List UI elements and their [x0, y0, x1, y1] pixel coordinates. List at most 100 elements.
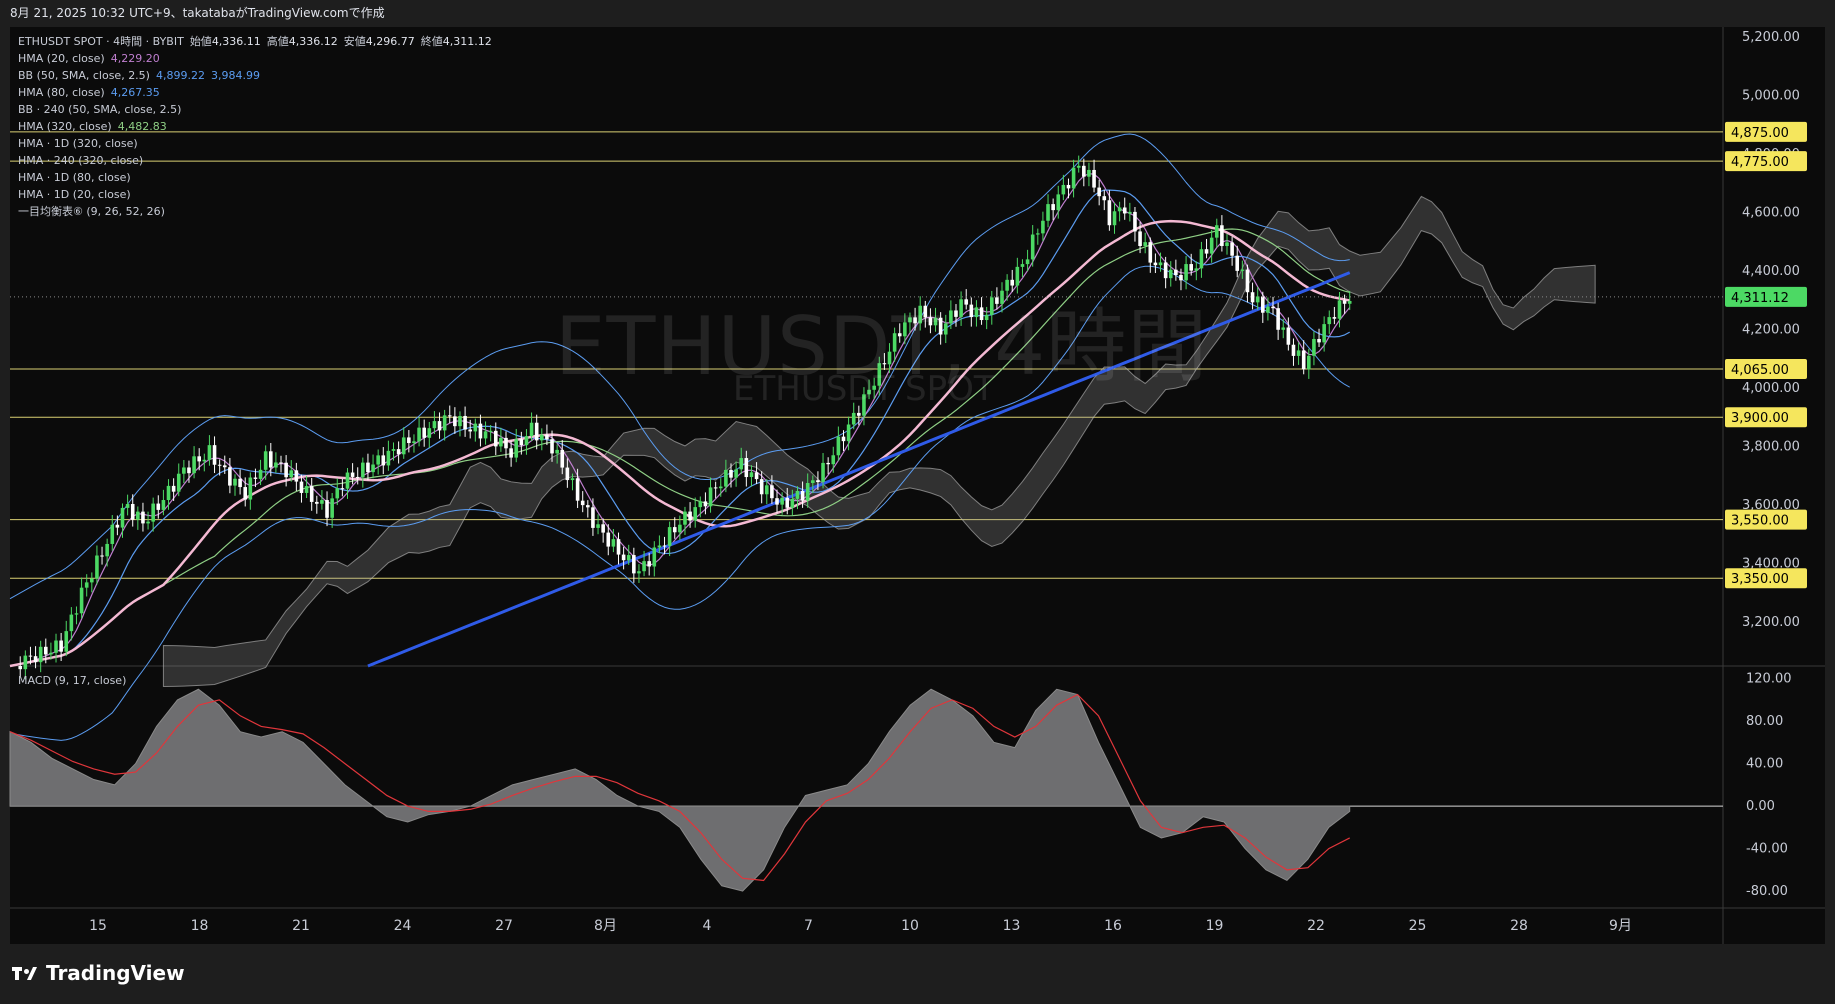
- candle-body: [1225, 242, 1229, 247]
- time-axis-tick: 28: [1510, 918, 1528, 934]
- candle-body: [258, 469, 263, 479]
- candle-body: [84, 582, 89, 588]
- macd-axis-tick: -40.00: [1746, 842, 1788, 857]
- indicator-value: 4,899.22: [155, 69, 205, 82]
- price-axis-tick: 4,200.00: [1742, 322, 1800, 337]
- candle-body: [1056, 194, 1061, 211]
- candle-body: [591, 507, 595, 528]
- candle-body: [519, 439, 524, 446]
- candle-body: [473, 423, 478, 432]
- candle-body: [176, 473, 181, 492]
- candle-body: [376, 455, 380, 465]
- macd-axis-tick: -80.00: [1746, 884, 1788, 899]
- candle-body: [202, 459, 207, 462]
- candle-body: [759, 479, 764, 495]
- candle-body: [1025, 259, 1030, 265]
- candle-body: [775, 498, 779, 505]
- candle-body: [335, 488, 340, 499]
- time-axis-tick: 10: [901, 918, 919, 934]
- time-axis-tick: 7: [804, 918, 813, 934]
- candle-body: [115, 524, 120, 528]
- candle-body: [1107, 200, 1112, 226]
- candle-body: [197, 456, 201, 462]
- time-axis-tick: 19: [1206, 918, 1224, 934]
- candle-body: [1317, 338, 1321, 343]
- candle-body: [1148, 242, 1153, 263]
- candle-body: [693, 507, 697, 521]
- candle-body: [821, 462, 825, 483]
- candle-body: [857, 412, 861, 416]
- candle-body: [28, 655, 33, 657]
- indicator-value: 4,229.20: [110, 52, 160, 65]
- candle-body: [790, 498, 795, 508]
- candle-body: [243, 487, 248, 500]
- candle-body: [662, 545, 667, 547]
- time-axis-tick: 8月: [594, 918, 617, 934]
- candle-body: [284, 462, 288, 478]
- legend-label: HMA · 1D (80, close): [18, 171, 131, 184]
- legend-indicator-row[interactable]: HMA (20, close) 4,229.20: [18, 50, 492, 67]
- candle-body: [800, 491, 805, 501]
- candle-body: [493, 430, 498, 447]
- legend-indicator-row[interactable]: HMA · 1D (80, close): [18, 169, 492, 186]
- candle-body: [606, 532, 611, 547]
- legend-indicator-row[interactable]: HMA · 1D (20, close): [18, 186, 492, 203]
- candle-body: [23, 655, 28, 670]
- candle-body: [1082, 165, 1086, 177]
- candle-body: [192, 456, 196, 474]
- level-price-label: 4,065.00: [1731, 363, 1789, 378]
- candle-body: [361, 462, 365, 478]
- legend-label: HMA (80, close): [18, 86, 105, 99]
- candle-body: [386, 450, 391, 466]
- legend-indicator-row[interactable]: HMA · 240 (320, close): [18, 152, 492, 169]
- level-price-label: 3,350.00: [1731, 572, 1789, 587]
- candle-body: [64, 631, 69, 652]
- candle-body: [212, 445, 217, 465]
- candle-body: [447, 415, 452, 417]
- legend-indicator-row[interactable]: BB (50, SMA, close, 2.5) 4,899.22 3,984.99: [18, 67, 492, 84]
- candle-body: [683, 511, 687, 525]
- legend-indicator-row[interactable]: 一目均衡表⑥ (9, 26, 52, 26): [18, 203, 492, 220]
- candle-body: [59, 640, 63, 652]
- candle-body: [652, 547, 657, 567]
- price-axis-tick: 4,600.00: [1742, 205, 1800, 220]
- candle-body: [611, 539, 616, 547]
- legend-indicator-row[interactable]: HMA · 1D (320, close): [18, 135, 492, 152]
- time-axis-tick: 27: [495, 918, 513, 934]
- candle-body: [309, 486, 314, 502]
- time-axis-tick: 25: [1409, 918, 1427, 934]
- legend-indicator-row[interactable]: HMA (80, close) 4,267.35: [18, 84, 492, 101]
- tradingview-brand[interactable]: TradingView: [12, 961, 185, 985]
- candle-body: [350, 472, 355, 477]
- candle-body: [734, 469, 738, 478]
- candle-body: [534, 422, 539, 441]
- candle-body: [18, 666, 23, 670]
- candle-body: [1122, 207, 1127, 214]
- candle-body: [1327, 317, 1332, 325]
- legend-label: BB · 240 (50, SMA, close, 2.5): [18, 103, 182, 116]
- candle-body: [1071, 167, 1076, 189]
- candle-body: [412, 441, 416, 444]
- candle-body: [299, 481, 304, 493]
- candle-body: [1301, 350, 1306, 370]
- indicator-value: 4,267.35: [110, 86, 160, 99]
- candle-body: [187, 467, 191, 474]
- candle-body: [1271, 306, 1275, 309]
- legend-indicator-row[interactable]: BB · 240 (50, SMA, close, 2.5): [18, 101, 492, 118]
- legend-symbol-row[interactable]: ETHUSDT SPOT · 4時間 · BYBIT 始値4,336.11 高値4,…: [18, 33, 492, 50]
- time-axis-tick: 13: [1003, 918, 1021, 934]
- candle-body: [268, 451, 273, 468]
- candle-body: [437, 421, 442, 431]
- candle-body: [555, 449, 559, 454]
- legend-indicator-row[interactable]: HMA (320, close) 4,482.83: [18, 118, 492, 135]
- time-axis-tick: 24: [394, 918, 412, 934]
- time-axis-tick: 4: [703, 918, 712, 934]
- candle-body: [253, 477, 258, 479]
- candle-body: [1266, 306, 1270, 313]
- candle-body: [795, 491, 800, 499]
- candle-body: [601, 524, 605, 533]
- candle-body: [432, 421, 437, 429]
- legend-label: HMA · 1D (20, close): [18, 188, 131, 201]
- candle-body: [739, 458, 744, 470]
- candle-body: [637, 571, 641, 574]
